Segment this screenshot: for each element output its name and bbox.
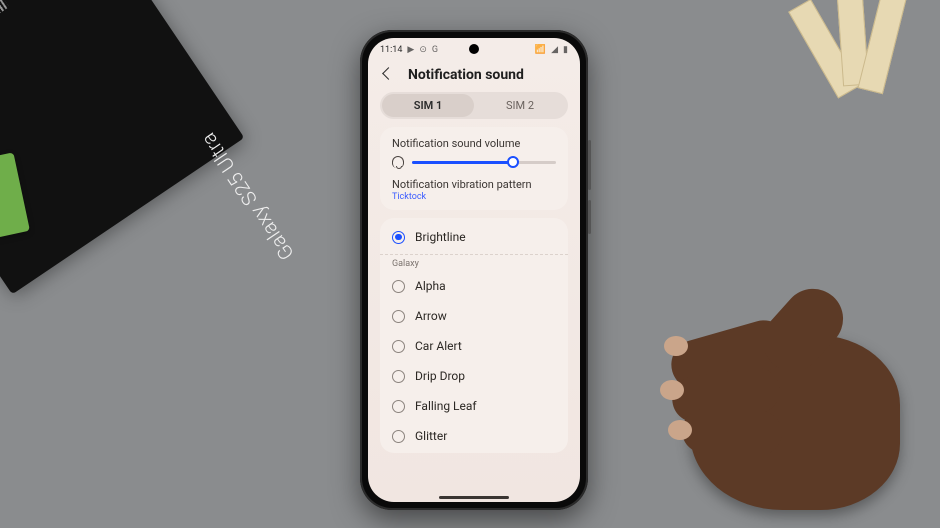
radio-icon xyxy=(392,430,405,443)
product-box: Galaxy S25 Ultra xyxy=(0,0,244,294)
radio-icon xyxy=(392,400,405,413)
signal-icon: ◢ xyxy=(551,45,558,55)
volume-label: Notification sound volume xyxy=(392,137,556,150)
bell-icon xyxy=(392,156,404,168)
radio-selected-icon xyxy=(392,231,405,244)
status-icon: ▶ xyxy=(407,45,414,55)
status-icon: G xyxy=(432,45,438,55)
phone: 11:14 ▶ ⊙ G 📶 ◢ ▮ Notification sound SIM… xyxy=(360,30,588,510)
page-title: Notification sound xyxy=(408,67,524,83)
vibration-pattern-row[interactable]: Notification vibration pattern Ticktock xyxy=(392,178,556,202)
sim-tabs: SIM 1 SIM 2 xyxy=(380,92,568,119)
sound-list: Brightline Galaxy Alpha Arrow Car Alert xyxy=(380,218,568,453)
sound-option-label: Drip Drop xyxy=(415,369,465,383)
sound-option-label: Falling Leaf xyxy=(415,399,477,413)
tab-sim-1[interactable]: SIM 1 xyxy=(382,94,474,117)
sound-option[interactable]: Arrow xyxy=(380,301,568,331)
tab-sim-2[interactable]: SIM 2 xyxy=(474,94,566,117)
power-button xyxy=(588,200,591,234)
radio-icon xyxy=(392,340,405,353)
sound-option-label: Arrow xyxy=(415,309,447,323)
radio-icon xyxy=(392,280,405,293)
slider-thumb[interactable] xyxy=(507,156,519,168)
vibration-label: Notification vibration pattern xyxy=(392,178,556,191)
header: Notification sound xyxy=(368,62,580,92)
sound-group-label: Galaxy xyxy=(380,254,568,271)
sound-option-label: Brightline xyxy=(415,230,466,244)
phone-stand xyxy=(802,0,940,102)
radio-icon xyxy=(392,370,405,383)
sound-option[interactable]: Falling Leaf xyxy=(380,391,568,421)
back-icon[interactable] xyxy=(380,66,398,84)
sound-option[interactable]: Car Alert xyxy=(380,331,568,361)
radio-icon xyxy=(392,310,405,323)
sound-option[interactable]: Glitter xyxy=(380,421,568,451)
gesture-bar[interactable] xyxy=(439,496,509,499)
sound-option-label: Alpha xyxy=(415,279,446,293)
sound-option[interactable]: Alpha xyxy=(380,271,568,301)
vibration-value: Ticktock xyxy=(392,192,556,202)
barcode xyxy=(0,0,9,85)
volume-button xyxy=(588,140,591,190)
sound-option-brightline[interactable]: Brightline xyxy=(380,222,568,252)
scene: Galaxy S25 Ultra 11:14 ▶ ⊙ G 📶 ◢ xyxy=(0,0,940,528)
status-icon: ⊙ xyxy=(419,45,427,55)
volume-slider[interactable] xyxy=(392,156,556,168)
product-box-label: Galaxy S25 Ultra xyxy=(196,128,299,265)
front-camera xyxy=(469,44,479,54)
battery-icon: ▮ xyxy=(563,45,568,55)
wifi-icon: 📶 xyxy=(535,45,546,55)
settings-card: Notification sound volume Notification v… xyxy=(380,127,568,210)
sound-option[interactable]: Drip Drop xyxy=(380,361,568,391)
sound-option-label: Car Alert xyxy=(415,339,462,353)
status-time: 11:14 xyxy=(380,45,402,55)
hand xyxy=(600,250,900,510)
slider-fill xyxy=(412,161,513,164)
screen: 11:14 ▶ ⊙ G 📶 ◢ ▮ Notification sound SIM… xyxy=(368,38,580,502)
slider-track[interactable] xyxy=(412,161,556,164)
sound-option-label: Glitter xyxy=(415,429,447,443)
